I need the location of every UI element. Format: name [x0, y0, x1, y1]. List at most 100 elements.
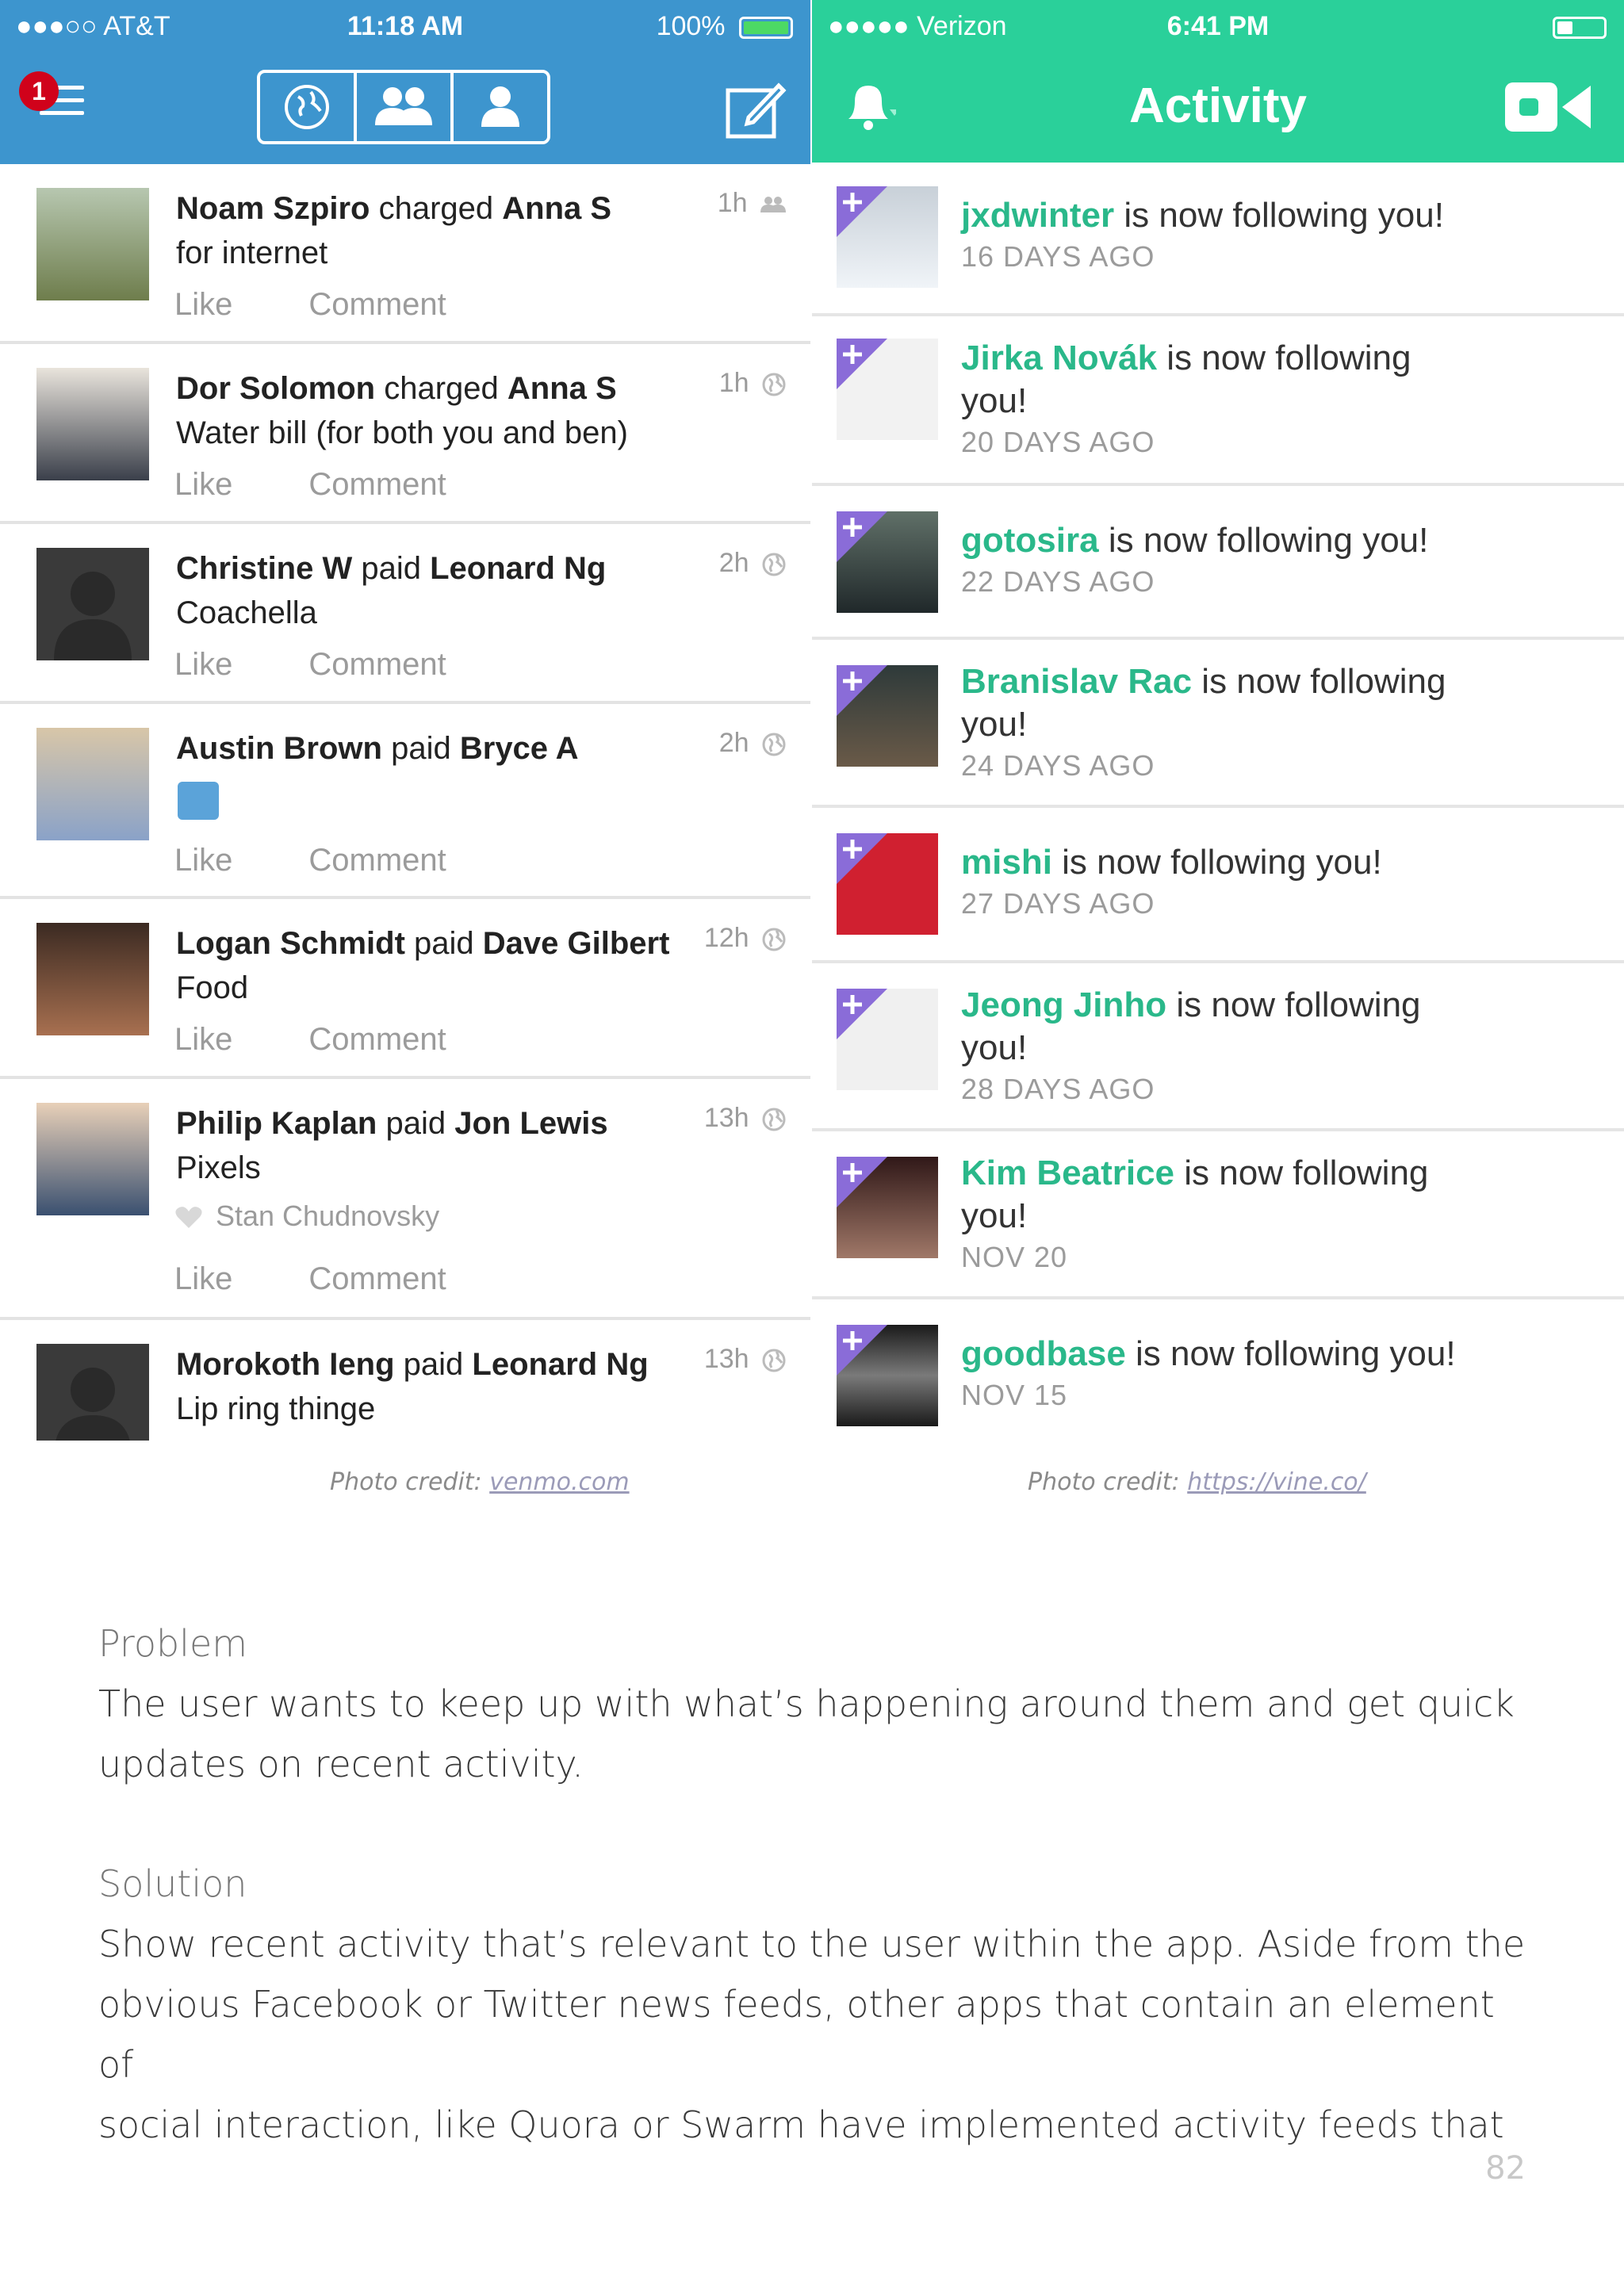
- follow-plus-icon: [837, 1325, 887, 1376]
- camera-icon[interactable]: [1505, 82, 1592, 132]
- like-button[interactable]: Like: [174, 1022, 232, 1058]
- activity-date: NOV 20: [961, 1241, 1068, 1273]
- actor-name[interactable]: Noam Szpiro: [176, 191, 370, 226]
- activity-item[interactable]: gotosira is now following you! 22 DAYS A…: [812, 486, 1624, 640]
- feed-item[interactable]: Austin Brown paid Bryce A 2h Like Comment: [0, 704, 810, 899]
- username[interactable]: jxdwinter: [961, 196, 1114, 235]
- like-button[interactable]: Like: [174, 1261, 232, 1297]
- attachment-icon[interactable]: [178, 782, 219, 820]
- feed-actions: Like Comment: [174, 843, 523, 878]
- feed-item[interactable]: Dor Solomon charged Anna S Water bill (f…: [0, 344, 810, 524]
- credit-link[interactable]: https://vine.co/: [1187, 1468, 1366, 1496]
- username[interactable]: Jeong Jinho: [961, 985, 1166, 1024]
- verb: paid: [391, 731, 451, 766]
- activity-item[interactable]: Kim Beatrice is now following you! NOV 2…: [812, 1131, 1624, 1299]
- target-name[interactable]: Leonard Ng: [430, 551, 606, 586]
- feed-item[interactable]: Logan Schmidt paid Dave Gilbert Food 12h…: [0, 899, 810, 1079]
- problem-section: Problem The user wants to keep up with w…: [98, 1613, 1526, 1794]
- activity-text: Jirka Novák is now following you! 20 DAY…: [961, 337, 1453, 462]
- activity-list: jxdwinter is now following you! 16 DAYS …: [812, 163, 1624, 1442]
- payment-note: Pixels: [176, 1150, 261, 1185]
- activity-item[interactable]: jxdwinter is now following you! 16 DAYS …: [812, 163, 1624, 316]
- activity-text: goodbase is now following you! NOV 15: [961, 1333, 1580, 1415]
- status-bar: ●●●●● Verizon 6:41 PM: [812, 0, 1624, 55]
- actor-name[interactable]: Philip Kaplan: [176, 1106, 377, 1141]
- credit-link[interactable]: venmo.com: [489, 1468, 629, 1496]
- username[interactable]: Jirka Novák: [961, 339, 1157, 377]
- tab-global[interactable]: [260, 73, 357, 141]
- username[interactable]: Branislav Rac: [961, 662, 1192, 701]
- username[interactable]: mishi: [961, 843, 1052, 882]
- comment-button[interactable]: Comment: [308, 287, 446, 323]
- target-name[interactable]: Bryce A: [460, 731, 579, 766]
- avatar: [36, 368, 149, 480]
- like-button[interactable]: Like: [174, 647, 232, 683]
- activity-message: is now following you!: [1124, 196, 1444, 235]
- follow-plus-icon: [837, 989, 887, 1039]
- status-bar: ●●●○○ AT&T 11:18 AM 100%: [0, 0, 810, 55]
- username[interactable]: goodbase: [961, 1334, 1126, 1373]
- activity-item[interactable]: goodbase is now following you! NOV 15: [812, 1299, 1624, 1442]
- tab-friends[interactable]: [357, 73, 454, 141]
- feed-item[interactable]: Morokoth Ieng paid Leonard Ng Lip ring t…: [0, 1320, 810, 1447]
- target-name[interactable]: Anna S: [502, 191, 611, 226]
- actor-name[interactable]: Christine W: [176, 551, 352, 586]
- activity-item[interactable]: mishi is now following you! 27 DAYS AGO: [812, 808, 1624, 963]
- verb: paid: [385, 1106, 446, 1141]
- feed-actions: Like Comment: [174, 647, 523, 683]
- time-text: 2h: [718, 728, 749, 758]
- likers: Stan Chudnovsky: [174, 1200, 439, 1233]
- username[interactable]: gotosira: [961, 521, 1099, 560]
- comment-button[interactable]: Comment: [308, 1022, 446, 1058]
- like-button[interactable]: Like: [174, 287, 232, 323]
- actor-name[interactable]: Logan Schmidt: [176, 926, 405, 961]
- payment-note: Water bill (for both you and ben): [176, 415, 628, 450]
- vine-header: ●●●●● Verizon 6:41 PM Activity: [812, 0, 1624, 163]
- avatar: [36, 1344, 149, 1441]
- avatar: [837, 511, 938, 613]
- feed-item-text: Noam Szpiro charged Anna S for internet: [176, 186, 699, 275]
- follow-plus-icon: [837, 339, 887, 389]
- battery-icon: [739, 17, 793, 40]
- comment-button[interactable]: Comment: [308, 1261, 446, 1297]
- timestamp: 2h: [719, 728, 787, 759]
- activity-item[interactable]: Jirka Novák is now following you! 20 DAY…: [812, 316, 1624, 486]
- liker-name[interactable]: Stan Chudnovsky: [216, 1200, 439, 1232]
- activity-item[interactable]: Branislav Rac is now following you! 24 D…: [812, 640, 1624, 808]
- username[interactable]: Kim Beatrice: [961, 1154, 1174, 1192]
- feed-item[interactable]: Philip Kaplan paid Jon Lewis Pixels 13h …: [0, 1079, 810, 1320]
- actor-name[interactable]: Morokoth Ieng: [176, 1347, 395, 1382]
- target-name[interactable]: Dave Gilbert: [483, 926, 670, 961]
- venmo-header: ●●●○○ AT&T 11:18 AM 100% 1: [0, 0, 810, 164]
- globe-small-icon: [762, 373, 786, 396]
- comment-button[interactable]: Comment: [308, 467, 446, 503]
- activity-text: Kim Beatrice is now following you! NOV 2…: [961, 1152, 1469, 1277]
- feed-item[interactable]: Noam Szpiro charged Anna S for internet …: [0, 164, 810, 344]
- payment-note: Lip ring thinge: [176, 1391, 376, 1426]
- solution-heading: Solution: [98, 1862, 247, 1905]
- feed-item[interactable]: Christine W paid Leonard Ng Coachella 2h…: [0, 524, 810, 704]
- tab-me[interactable]: [454, 73, 547, 141]
- battery-percent: 100%: [656, 11, 726, 41]
- target-name[interactable]: Anna S: [508, 371, 617, 406]
- page-number: 82: [1485, 2150, 1526, 2187]
- target-name[interactable]: Leonard Ng: [472, 1347, 648, 1382]
- activity-date: 22 DAYS AGO: [961, 565, 1155, 598]
- like-button[interactable]: Like: [174, 467, 232, 503]
- activity-text: jxdwinter is now following you! 16 DAYS …: [961, 194, 1580, 277]
- actor-name[interactable]: Dor Solomon: [176, 371, 375, 406]
- timestamp: 1h: [718, 188, 787, 219]
- activity-item[interactable]: Jeong Jinho is now following you! 28 DAY…: [812, 963, 1624, 1131]
- menu-button[interactable]: 1: [19, 70, 92, 130]
- comment-button[interactable]: Comment: [308, 647, 446, 683]
- activity-date: 28 DAYS AGO: [961, 1073, 1155, 1105]
- comment-button[interactable]: Comment: [308, 843, 446, 878]
- timestamp: 13h: [704, 1344, 787, 1375]
- compose-icon[interactable]: [725, 79, 787, 141]
- actor-name[interactable]: Austin Brown: [176, 731, 382, 766]
- target-name[interactable]: Jon Lewis: [454, 1106, 607, 1141]
- activity-date: 24 DAYS AGO: [961, 749, 1155, 782]
- like-button[interactable]: Like: [174, 843, 232, 878]
- timestamp: 2h: [719, 548, 787, 579]
- globe-small-icon: [762, 553, 786, 576]
